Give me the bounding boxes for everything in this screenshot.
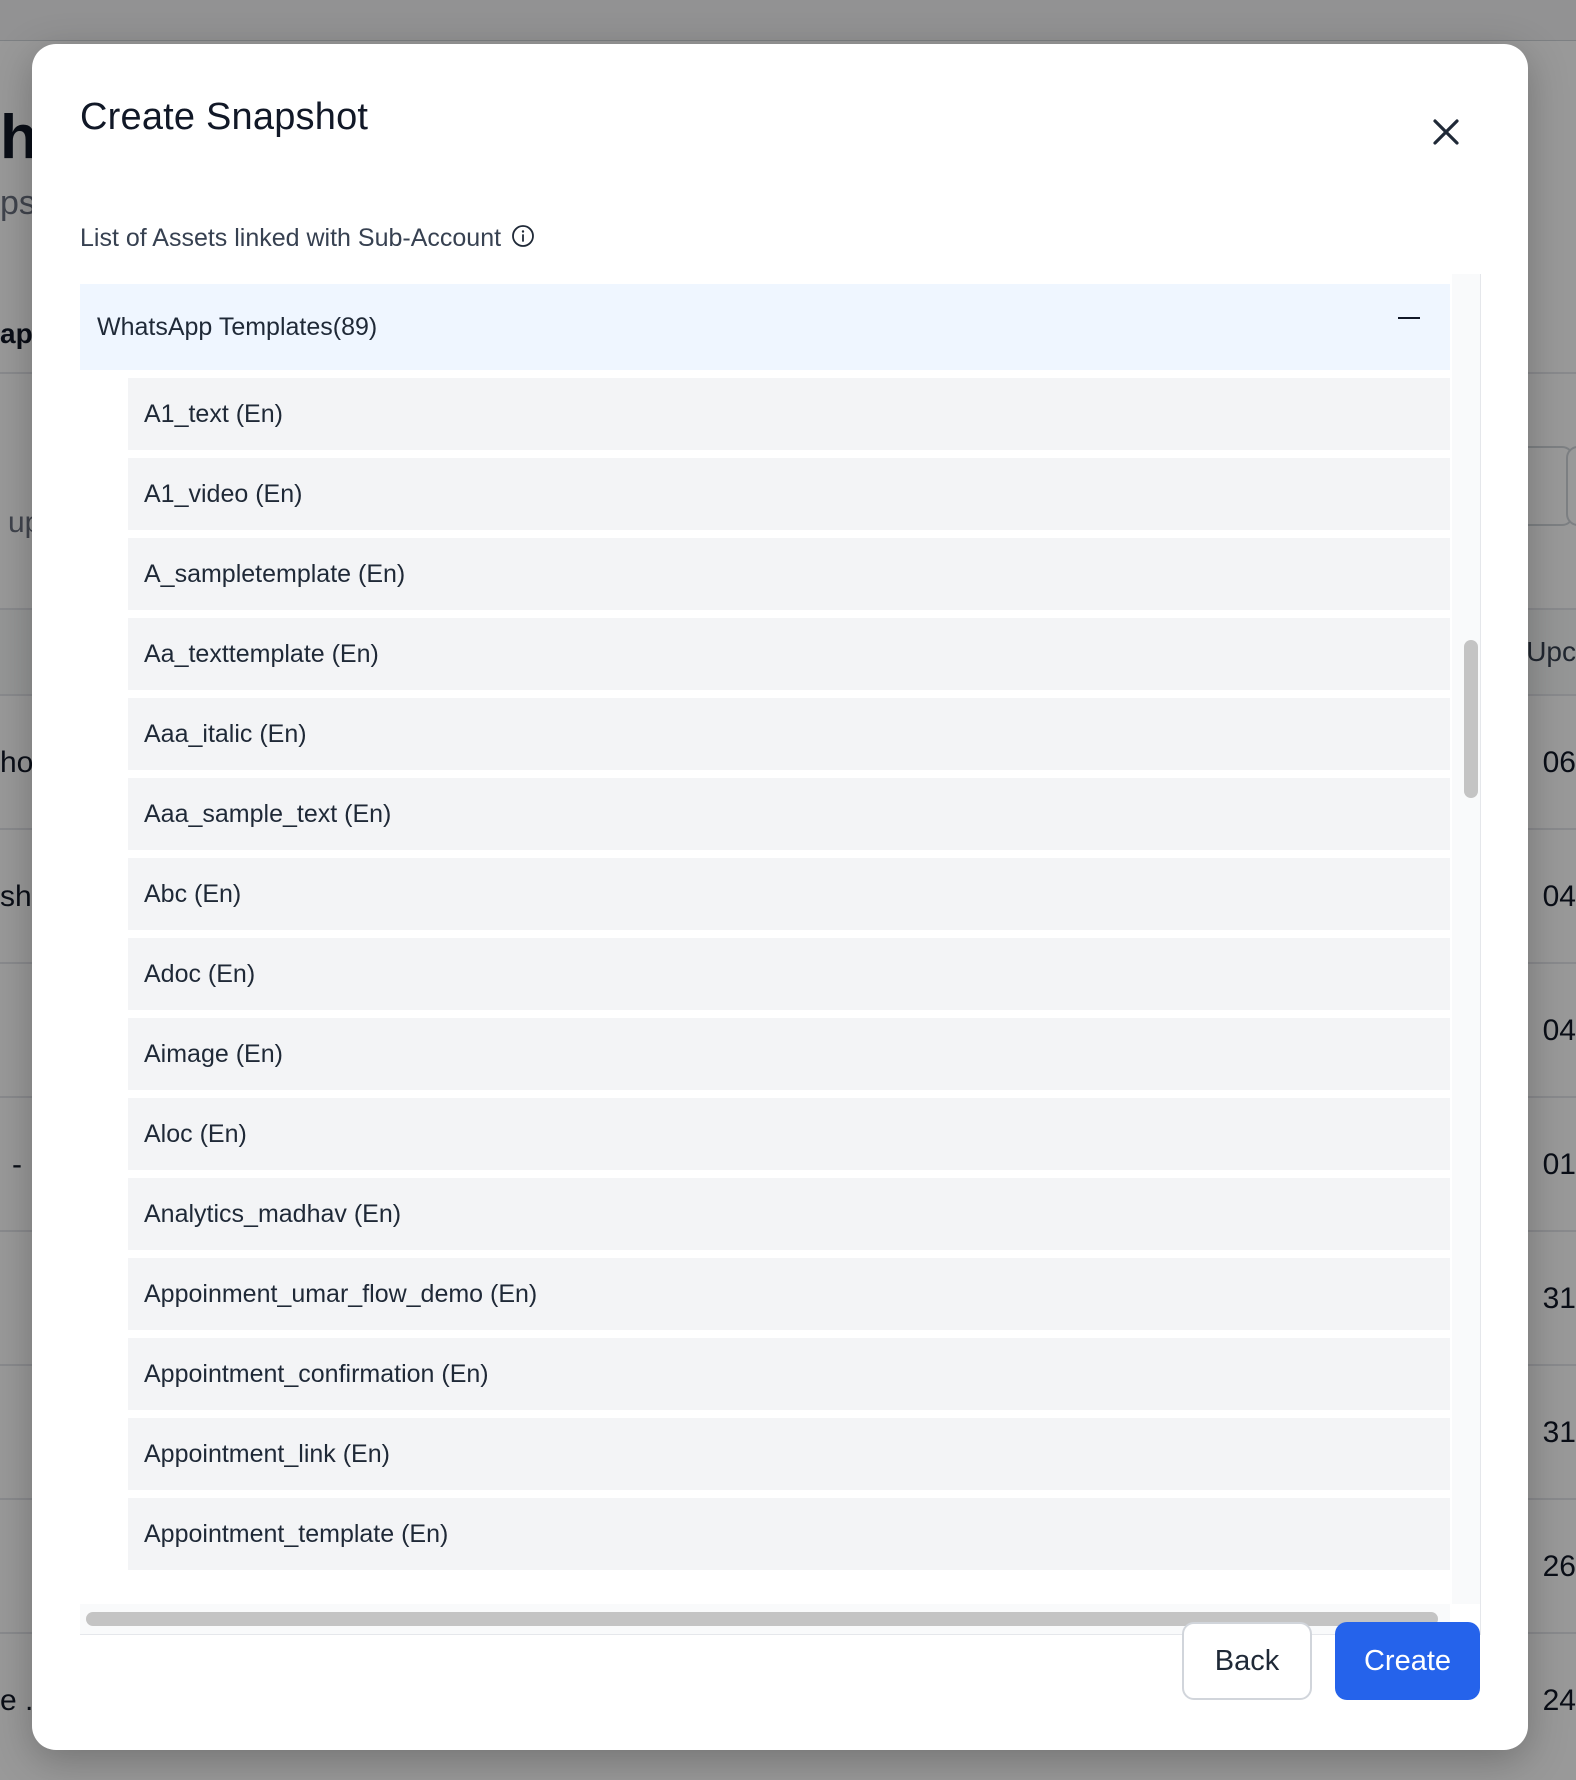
assets-tree-panel: WhatsApp Templates(89) A1_text (En) A1_v…	[80, 274, 1481, 1635]
tree-item[interactable]: Aaa_sample_text (En)	[128, 778, 1450, 850]
tree-item[interactable]: Appointment_link (En)	[128, 1418, 1450, 1490]
tree-item-label: Aaa_sample_text (En)	[144, 799, 392, 828]
tree-item-label: Aaa_italic (En)	[144, 719, 307, 748]
tree-item[interactable]: Aa_texttemplate (En)	[128, 618, 1450, 690]
assets-label-text: List of Assets linked with Sub-Account	[80, 224, 502, 252]
tree-item-label: Aimage (En)	[144, 1039, 283, 1068]
minus-icon[interactable]	[1398, 317, 1420, 319]
tree-item-label: Analytics_madhav (En)	[144, 1199, 402, 1228]
tree-item-label: Abc (En)	[144, 879, 242, 908]
template-items-list: A1_text (En) A1_video (En) A_sampletempl…	[128, 378, 1450, 1578]
back-button[interactable]: Back	[1182, 1622, 1312, 1700]
tree-item-label: Appointment_link (En)	[144, 1439, 390, 1468]
vertical-scrollbar-track[interactable]	[1452, 274, 1480, 1604]
tree-item[interactable]: A1_video (En)	[128, 458, 1450, 530]
assets-label: List of Assets linked with Sub-Account	[80, 224, 535, 253]
tree-item-label: Aloc (En)	[144, 1119, 247, 1148]
tree-item[interactable]: Aimage (En)	[128, 1018, 1450, 1090]
tree-item-label: Aa_texttemplate (En)	[144, 639, 379, 668]
tree-item-label: A1_video (En)	[144, 479, 303, 508]
create-snapshot-modal: Create Snapshot List of Assets linked wi…	[32, 44, 1528, 1750]
tree-item-label: Appoinment_umar_flow_demo (En)	[144, 1279, 538, 1308]
assets-tree-viewport[interactable]: WhatsApp Templates(89) A1_text (En) A1_v…	[80, 274, 1450, 1604]
tree-item[interactable]: A1_text (En)	[128, 378, 1450, 450]
tree-item[interactable]: Adoc (En)	[128, 938, 1450, 1010]
tree-item-label: Appointment_template (En)	[144, 1519, 449, 1548]
close-icon	[1433, 119, 1459, 145]
close-button[interactable]	[1418, 104, 1474, 160]
tree-item[interactable]: A_sampletemplate (En)	[128, 538, 1450, 610]
tree-item-label: Appointment_confirmation (En)	[144, 1359, 489, 1388]
group-header-whatsapp-templates[interactable]: WhatsApp Templates(89)	[80, 284, 1450, 370]
tree-item[interactable]: Abc (En)	[128, 858, 1450, 930]
group-title: WhatsApp Templates(89)	[97, 312, 378, 341]
tree-item-label: A_sampletemplate (En)	[144, 559, 406, 588]
tree-item[interactable]: Appoinment_umar_flow_demo (En)	[128, 1258, 1450, 1330]
create-button[interactable]: Create	[1335, 1622, 1480, 1700]
tree-item-label: Adoc (En)	[144, 959, 256, 988]
info-icon[interactable]	[511, 224, 535, 248]
tree-item[interactable]: Appointment_template (En)	[128, 1498, 1450, 1570]
vertical-scrollbar-thumb[interactable]	[1464, 640, 1478, 798]
tree-item[interactable]: Appointment_confirmation (En)	[128, 1338, 1450, 1410]
modal-title: Create Snapshot	[80, 96, 369, 138]
tree-item-label: A1_text (En)	[144, 399, 283, 428]
tree-item[interactable]: Analytics_madhav (En)	[128, 1178, 1450, 1250]
tree-item[interactable]: Aaa_italic (En)	[128, 698, 1450, 770]
tree-item[interactable]: Aloc (En)	[128, 1098, 1450, 1170]
